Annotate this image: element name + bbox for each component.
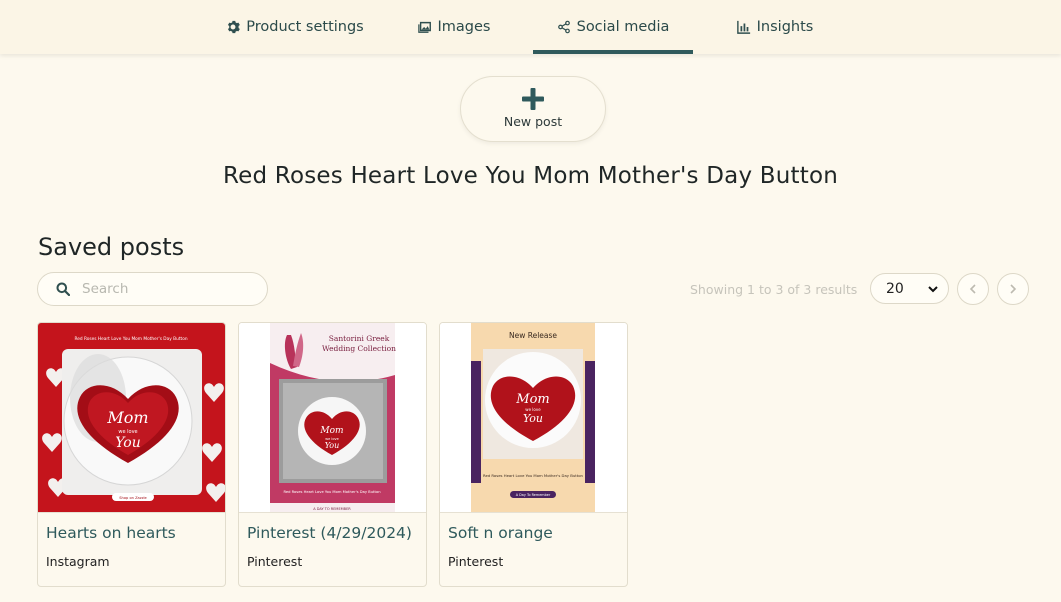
product-title: Red Roses Heart Love You Mom Mother's Da… xyxy=(222,163,839,189)
tab-images[interactable]: Images xyxy=(396,0,512,54)
thumb-caption-text: Red Roses Heart Love You Mom Mother's Da… xyxy=(483,473,584,478)
post-platform: Pinterest xyxy=(448,554,504,569)
next-page-button[interactable] xyxy=(997,273,1029,305)
thumb-bottom-text: A DAY TO REMEMBER xyxy=(313,507,351,511)
tab-insights[interactable]: Insights xyxy=(716,0,834,54)
images-icon xyxy=(417,21,431,33)
thumb-heart-text: Mom xyxy=(515,392,549,407)
thumb-caption-text: Red Roses Heart Love You Mom Mother's Da… xyxy=(283,490,381,494)
thumb-heart-text: You xyxy=(523,412,543,425)
thumb-heart-text: You xyxy=(115,435,140,451)
per-page-select[interactable]: 20 xyxy=(870,273,949,304)
chevron-left-icon xyxy=(969,284,976,294)
post-thumbnail: Mom we love You Red Roses Heart Love You… xyxy=(38,323,225,513)
svg-text:Santorini Greek: Santorini Greek xyxy=(329,334,390,343)
svg-text:Wedding Collection: Wedding Collection xyxy=(322,344,396,353)
post-platform: Pinterest xyxy=(247,554,303,569)
thumb-top-text: Red Roses Heart Love You Mom Mother's Da… xyxy=(74,336,187,342)
tab-bar: Product settings Images Social media Ins… xyxy=(0,0,1061,54)
plus-icon xyxy=(522,87,544,110)
tab-label: Social media xyxy=(576,19,670,35)
tab-label: Insights xyxy=(756,19,814,35)
post-thumbnail: Santorini Greek Wedding Collection Mom w… xyxy=(239,323,426,513)
post-card[interactable]: Mom we love You Red Roses Heart Love You… xyxy=(37,322,226,587)
post-thumbnail: New Release Mom we love You Red Roses He… xyxy=(440,323,627,513)
previous-page-button[interactable] xyxy=(957,273,989,305)
new-post-label: New post xyxy=(503,113,563,129)
per-page-value: 20 xyxy=(886,280,904,297)
post-card[interactable]: Santorini Greek Wedding Collection Mom w… xyxy=(238,322,427,587)
search-input[interactable] xyxy=(82,281,252,297)
post-title: Pinterest (4/29/2024) xyxy=(247,524,412,542)
chevron-right-icon xyxy=(1010,284,1017,294)
tab-label: Product settings xyxy=(246,19,364,35)
bar-chart-icon xyxy=(736,20,750,34)
tab-label: Images xyxy=(437,19,491,35)
thumb-heart-text: Mom xyxy=(106,408,148,427)
post-platform: Instagram xyxy=(46,554,110,569)
thumb-heart-text: Mom xyxy=(319,426,343,436)
post-card[interactable]: New Release Mom we love You Red Roses He… xyxy=(439,322,628,587)
chevron-down-icon xyxy=(928,285,938,292)
search-icon xyxy=(56,282,70,296)
tab-social-media[interactable]: Social media xyxy=(533,0,693,54)
gear-icon xyxy=(228,20,241,34)
post-title: Hearts on hearts xyxy=(46,524,176,542)
thumb-cta-text: Shop on Zazzle xyxy=(119,496,147,500)
tab-product-settings[interactable]: Product settings xyxy=(212,0,378,54)
results-info: Showing 1 to 3 of 3 results xyxy=(690,282,858,297)
search-box xyxy=(37,272,268,306)
post-title: Soft n orange xyxy=(448,524,553,542)
share-icon xyxy=(557,20,570,34)
thumb-cta-text: A Day To Remember xyxy=(516,493,551,497)
thumb-heart-text: You xyxy=(325,441,340,450)
saved-posts-heading: Saved posts xyxy=(38,233,185,261)
thumb-top-text: New Release xyxy=(509,331,557,340)
new-post-button[interactable]: New post xyxy=(460,76,606,142)
